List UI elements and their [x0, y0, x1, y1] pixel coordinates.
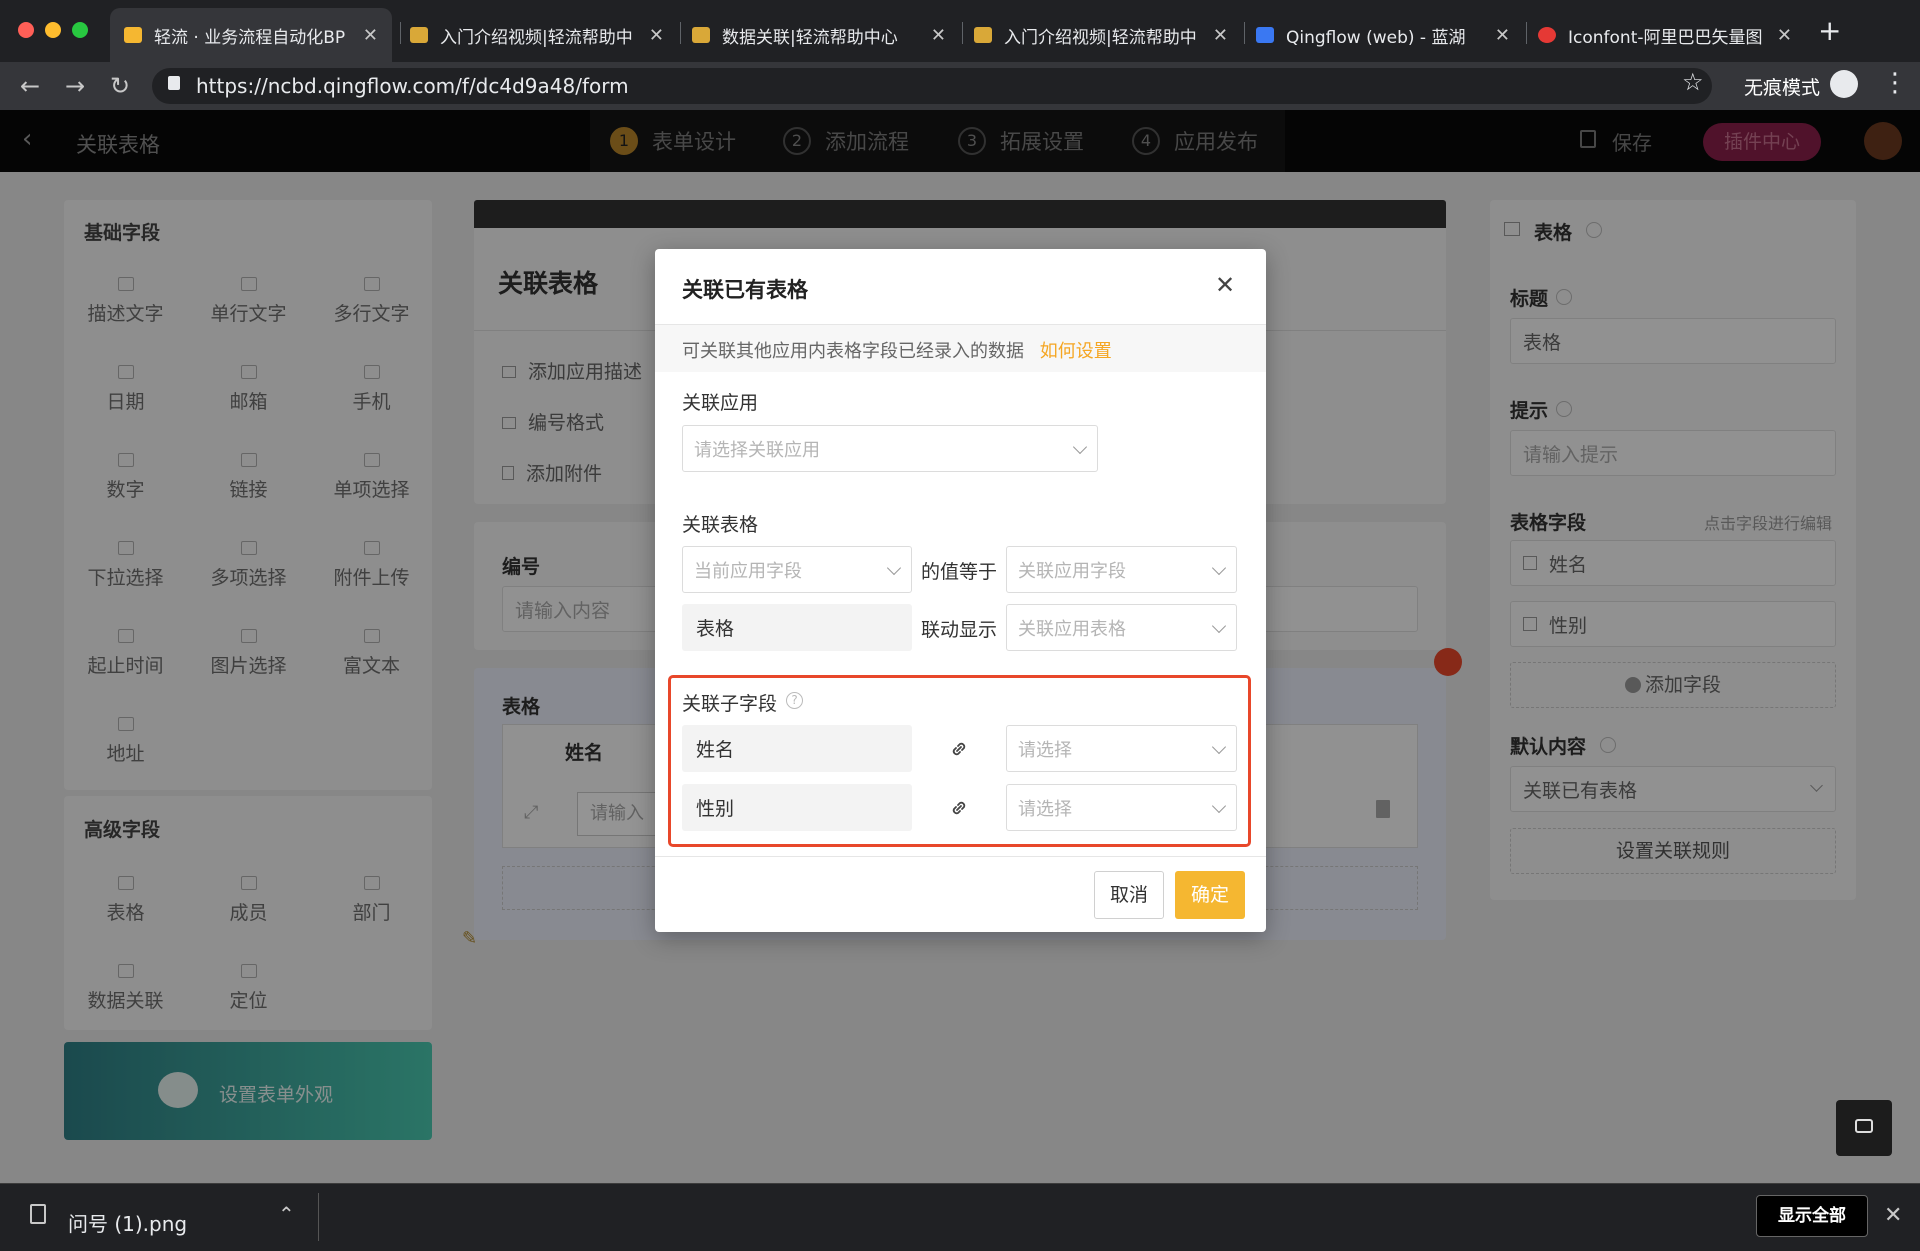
related-table-select[interactable]: 关联应用表格	[1006, 604, 1237, 651]
maximize-window-button[interactable]	[72, 22, 88, 38]
subfield-select[interactable]: 请选择	[1006, 725, 1237, 772]
browser-tab[interactable]: Qingflow (web) - 蓝湖 ✕	[1242, 8, 1524, 62]
how-to-set-link[interactable]: 如何设置	[1040, 341, 1112, 362]
current-table-field: 表格	[682, 604, 912, 651]
link-icon	[952, 742, 966, 756]
tab-title: 数据关联|轻流帮助中心	[722, 27, 898, 48]
browser-tab[interactable]: 轻流 · 业务流程自动化BP ✕	[110, 8, 392, 62]
app-select[interactable]: 请选择关联应用	[682, 425, 1098, 472]
download-file-name[interactable]: 问号 (1).png	[68, 1208, 187, 1237]
incognito-label[interactable]: 无痕模式	[1744, 73, 1820, 100]
close-icon[interactable]: ✕	[1215, 271, 1235, 299]
qingflow-favicon-icon	[974, 27, 992, 43]
chevron-down-icon	[1211, 560, 1227, 575]
close-download-bar-icon[interactable]: ✕	[1884, 1203, 1902, 1228]
dialog-title: 关联已有表格	[682, 278, 808, 302]
cancel-button[interactable]: 取消	[1094, 871, 1164, 919]
close-tab-icon[interactable]: ✕	[363, 25, 378, 46]
table-label: 关联表格	[682, 514, 759, 536]
chevron-down-icon	[1211, 798, 1227, 813]
minimize-window-button[interactable]	[45, 22, 61, 38]
tab-title: 入门介绍视频|轻流帮助中	[440, 27, 633, 48]
chat-button[interactable]	[1836, 1100, 1892, 1156]
qingflow-favicon-icon	[124, 27, 142, 43]
close-tab-icon[interactable]: ✕	[1777, 25, 1792, 46]
close-tab-icon[interactable]: ✕	[1213, 25, 1228, 46]
subfield-select[interactable]: 请选择	[1006, 784, 1237, 831]
forward-arrow-icon[interactable]: →	[59, 70, 91, 102]
iconfont-favicon-icon	[1538, 27, 1556, 43]
close-tab-icon[interactable]: ✕	[931, 25, 946, 46]
tab-title: 入门介绍视频|轻流帮助中	[1004, 27, 1197, 48]
subfield-name: 姓名	[682, 725, 912, 772]
bookmark-star-icon[interactable]: ☆	[1682, 68, 1704, 96]
back-arrow-icon[interactable]: ←	[14, 70, 46, 102]
lanhu-favicon-icon	[1256, 27, 1274, 43]
chat-icon	[1855, 1119, 1873, 1133]
close-tab-icon[interactable]: ✕	[1495, 25, 1510, 46]
tab-title: Qingflow (web) - 蓝湖	[1286, 27, 1466, 48]
lock-icon	[168, 76, 180, 90]
chevron-up-icon[interactable]: ⌃	[278, 1202, 295, 1226]
subfield-name: 性别	[682, 784, 912, 831]
link-icon	[952, 801, 966, 815]
chevron-down-icon	[1072, 439, 1088, 454]
equals-label: 的值等于	[921, 561, 998, 583]
close-window-button[interactable]	[18, 22, 34, 38]
browser-tab[interactable]: 入门介绍视频|轻流帮助中 ✕	[960, 8, 1242, 62]
tab-title: Iconfont-阿里巴巴矢量图	[1568, 27, 1763, 48]
incognito-icon[interactable]	[1830, 70, 1858, 98]
browser-tab-bar: 轻流 · 业务流程自动化BP ✕ 入门介绍视频|轻流帮助中 ✕ 数据关联|轻流帮…	[0, 0, 1920, 62]
reload-icon[interactable]: ↻	[104, 70, 136, 102]
browser-tab[interactable]: Iconfont-阿里巴巴矢量图 ✕	[1524, 8, 1806, 62]
current-field-select[interactable]: 当前应用字段	[682, 546, 912, 593]
tab-title: 轻流 · 业务流程自动化BP	[154, 27, 346, 48]
qingflow-favicon-icon	[692, 27, 710, 43]
url-text[interactable]: https://ncbd.qingflow.com/f/dc4d9a48/for…	[196, 74, 629, 98]
browser-tab[interactable]: 数据关联|轻流帮助中心 ✕	[678, 8, 960, 62]
subfield-label: 关联子字段	[682, 693, 778, 715]
chevron-down-icon	[886, 560, 902, 575]
new-tab-icon[interactable]: +	[1818, 14, 1841, 47]
qingflow-favicon-icon	[410, 27, 428, 43]
browser-menu-icon[interactable]: ⋮	[1882, 68, 1908, 98]
question-icon[interactable]: ?	[786, 692, 803, 709]
chevron-down-icon	[1211, 739, 1227, 754]
file-icon	[30, 1204, 46, 1224]
related-field-select[interactable]: 关联应用字段	[1006, 546, 1237, 593]
close-tab-icon[interactable]: ✕	[649, 25, 664, 46]
confirm-button[interactable]: 确定	[1175, 871, 1245, 919]
chevron-down-icon	[1211, 618, 1227, 633]
app-label: 关联应用	[682, 392, 759, 414]
linked-display-label: 联动显示	[921, 619, 998, 641]
show-all-button[interactable]: 显示全部	[1756, 1195, 1868, 1237]
notice-text: 可关联其他应用内表格字段已经录入的数据 如何设置	[682, 341, 1112, 362]
browser-tab[interactable]: 入门介绍视频|轻流帮助中 ✕	[396, 8, 678, 62]
associate-table-dialog: 关联已有表格 ✕ 可关联其他应用内表格字段已经录入的数据 如何设置 关联应用 请…	[655, 249, 1266, 932]
